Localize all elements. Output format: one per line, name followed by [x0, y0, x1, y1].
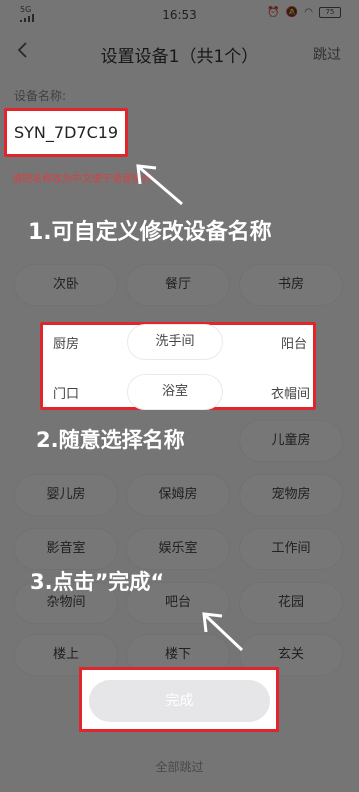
room-option[interactable]: 洗手间: [127, 324, 223, 360]
done-highlight: 完成: [79, 667, 279, 732]
room-option[interactable]: 浴室: [127, 374, 223, 410]
skip-button[interactable]: 跳过: [313, 44, 341, 64]
device-name-label: 设备名称:: [14, 89, 67, 103]
room-chip[interactable]: 保姆房: [126, 474, 230, 516]
room-chip[interactable]: 儿童房: [239, 420, 343, 462]
done-button[interactable]: 完成: [89, 680, 270, 722]
room-chip[interactable]: 餐厅: [126, 264, 230, 306]
step2-annotation: 2.随意选择名称: [36, 428, 185, 452]
room-option[interactable]: 阳台: [281, 333, 307, 352]
room-chip[interactable]: 次卧: [14, 264, 118, 306]
room-chip[interactable]: 婴儿房: [14, 474, 118, 516]
nav-bar: 设置设备1（共1个） 跳过: [0, 30, 359, 74]
alarm-icon: ⏰: [267, 7, 280, 18]
step3-annotation: 3.点击”完成“: [30, 570, 165, 594]
wifi-icon: ◠: [304, 7, 313, 18]
device-name-input[interactable]: SYN_7D7C19: [4, 108, 128, 157]
status-icons: ⏰ 🔕 ◠ 75: [267, 7, 341, 18]
skip-all-link[interactable]: 全部跳过: [0, 758, 359, 775]
room-option[interactable]: 衣帽间: [271, 383, 310, 402]
arrow-icon: [202, 612, 244, 652]
arrow-icon: [136, 164, 183, 206]
room-chip[interactable]: 宠物房: [239, 474, 343, 516]
room-option[interactable]: 厨房: [53, 333, 79, 352]
room-chip[interactable]: 娱乐室: [126, 528, 230, 570]
room-chip[interactable]: 书房: [239, 264, 343, 306]
room-chip[interactable]: 工作间: [239, 528, 343, 570]
room-chip[interactable]: 花园: [239, 582, 343, 624]
page-title: 设置设备1（共1个）: [100, 47, 259, 67]
highlighted-room-options: 厨房 洗手间 阳台 门口 浴室 衣帽间: [40, 322, 316, 410]
step1-annotation: 1.可自定义修改设备名称: [28, 220, 272, 245]
room-option[interactable]: 门口: [53, 383, 79, 402]
mute-icon: 🔕: [285, 7, 299, 18]
battery-icon: 75: [319, 7, 341, 18]
room-chip[interactable]: 影音室: [14, 528, 118, 570]
status-bar: 5G 16:53 ⏰ 🔕 ◠ 75: [0, 0, 359, 30]
